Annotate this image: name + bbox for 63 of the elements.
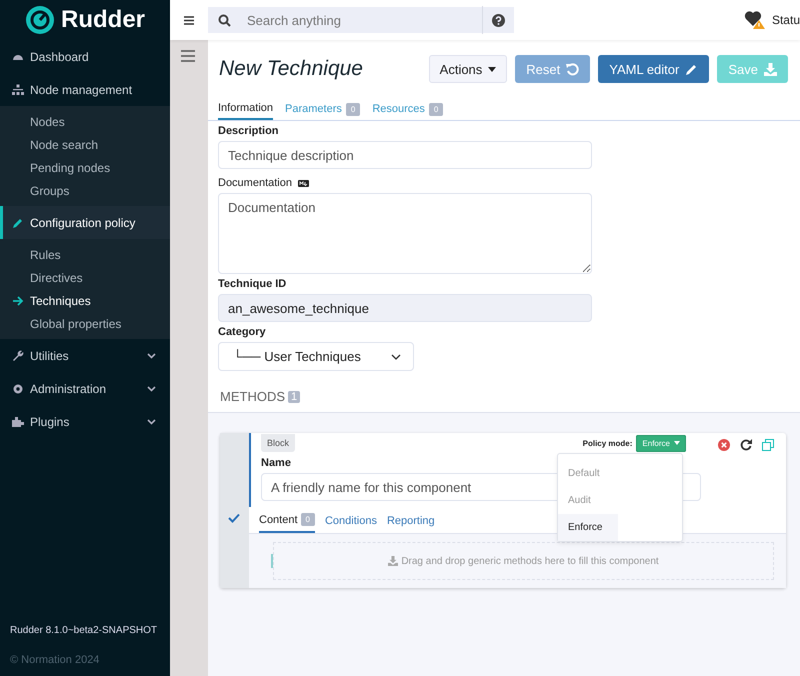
health-warning-icon[interactable] <box>744 10 766 30</box>
sidebar-subitem[interactable]: Directives <box>0 266 170 289</box>
block-tag: Block <box>261 434 296 452</box>
sidebar-item[interactable]: Plugins <box>0 405 170 438</box>
sidebar-icon <box>12 216 24 228</box>
caret-icon <box>674 441 680 445</box>
sidebar-subitem[interactable]: Node search <box>0 133 170 156</box>
status-menu[interactable]: Statu <box>772 13 800 27</box>
menu-icon <box>184 16 194 24</box>
field-label: Documentation <box>218 177 292 189</box>
markdown-icon <box>298 180 309 186</box>
menu-item[interactable]: Enforce <box>558 514 618 541</box>
tab[interactable]: Conditions <box>324 511 377 533</box>
remove-icon[interactable] <box>718 439 730 451</box>
sidebar-subitem[interactable]: Groups <box>0 179 170 202</box>
sidebar-subitem[interactable]: Global properties <box>0 312 170 335</box>
category-select[interactable]: └── User Techniques <box>218 342 414 371</box>
sidebar-icon <box>12 416 24 428</box>
sidebar-item[interactable]: Configuration policy <box>0 206 170 239</box>
sidebar-item[interactable]: Dashboard <box>0 40 170 73</box>
documentation-field[interactable]: Documentation <box>218 193 592 274</box>
pencil-icon <box>685 62 698 76</box>
tab[interactable]: Information <box>218 100 274 120</box>
chevron-icon <box>147 418 156 424</box>
field-label: Name <box>261 457 292 469</box>
arrow-icon <box>13 296 24 306</box>
tab[interactable]: Reporting <box>386 511 435 533</box>
sidebar-icon <box>12 84 24 96</box>
sidebar-subitem[interactable]: Nodes <box>0 110 170 133</box>
chevron-icon <box>147 352 156 358</box>
sidebar-icon <box>12 382 24 394</box>
chevron-icon <box>391 354 401 360</box>
sidebar-subitem[interactable]: Rules <box>0 243 170 266</box>
field-label: Description <box>218 125 280 137</box>
description-field[interactable]: Technique description <box>218 141 592 169</box>
sidebar-subitem[interactable]: Techniques <box>0 289 170 312</box>
edit-button[interactable]: YAML editor <box>598 55 710 83</box>
page-title: New Technique <box>219 57 364 81</box>
count-badge: 1 <box>288 390 300 402</box>
search-icon <box>218 14 231 26</box>
search-field[interactable]: Search anything <box>208 7 514 33</box>
version-text: Rudder 8.1.0~beta2-SNAPSHOT <box>10 625 158 636</box>
field-label: Technique ID <box>218 278 288 290</box>
technique-id-field: an_awesome_technique <box>218 294 592 322</box>
undo-icon <box>566 62 580 76</box>
download-icon <box>388 556 398 566</box>
reset-icon[interactable] <box>740 439 752 451</box>
policy-mode-label: Policy mode: <box>582 438 632 448</box>
actions-button[interactable]: Actions <box>428 55 508 83</box>
caret-icon <box>488 66 496 72</box>
copyright-text: © Normation 2024 <box>10 654 100 666</box>
download-icon <box>764 62 777 76</box>
menu-icon <box>181 50 195 62</box>
help-icon[interactable] <box>492 14 505 26</box>
sidebar-icon <box>12 350 24 362</box>
sidebar-subitem[interactable]: Pending nodes <box>0 156 170 179</box>
chevron-icon <box>147 386 156 392</box>
logo-text: Rudder <box>61 6 145 34</box>
sidebar-item[interactable]: Administration <box>0 372 170 405</box>
section-title: METHODS <box>220 389 285 404</box>
field-label: Category <box>218 326 267 338</box>
sidebar-item[interactable]: Utilities <box>0 339 170 372</box>
logo-icon <box>25 5 55 35</box>
